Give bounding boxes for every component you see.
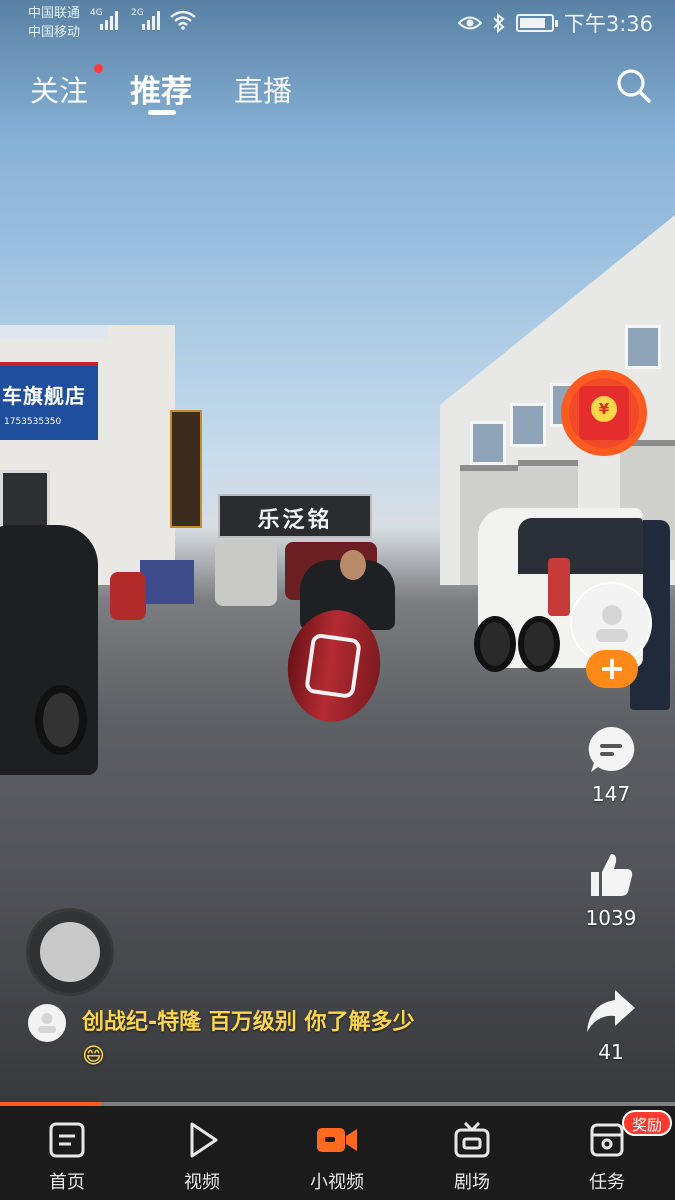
background-van <box>215 540 277 606</box>
tab-recommended[interactable]: 推荐 <box>130 66 192 111</box>
task-icon <box>590 1123 624 1157</box>
home-icon <box>49 1122 85 1158</box>
bottom-nav: 首页 视频 小视频 剧场 任务 <box>0 1106 675 1200</box>
top-tab-bar: 关注 推荐 直播 <box>0 62 675 122</box>
carrier-1: 中国联通 <box>28 6 81 21</box>
scooter <box>110 572 146 620</box>
store-sign: 乐泛铭 <box>218 494 372 538</box>
parked-car <box>0 525 98 775</box>
nav-home[interactable]: 首页 <box>22 1120 112 1194</box>
caption-text: 创战纪-特隆 百万级别 你了解多少 <box>82 1010 415 1035</box>
nav-theater-label: 剧场 <box>454 1172 490 1193</box>
comment-icon <box>588 726 635 772</box>
tab-following[interactable]: 关注 <box>30 68 88 110</box>
new-content-dot <box>94 64 103 73</box>
vertical-sign <box>170 410 202 528</box>
nav-home-label: 首页 <box>49 1172 85 1193</box>
rider-head <box>340 550 366 580</box>
nav-short-video[interactable]: 小视频 <box>292 1120 382 1194</box>
bluetooth-icon <box>493 13 505 33</box>
red-packet-button[interactable]: ¥ <box>561 370 647 456</box>
active-tab-indicator <box>148 110 176 115</box>
nav-theater[interactable]: 剧场 <box>427 1120 517 1194</box>
share-count: 41 <box>598 1040 624 1064</box>
share-arrow-icon <box>587 990 635 1032</box>
reward-badge: 奖励 <box>622 1110 673 1136</box>
coin-icon: ¥ <box>591 396 617 422</box>
tricycle <box>140 560 194 604</box>
follow-button[interactable]: + <box>586 650 638 688</box>
status-bar: 中国联通 中国移动 4G 2G 下午3:36 <box>0 0 675 46</box>
nav-video-label: 视频 <box>184 1172 220 1193</box>
default-avatar-icon <box>596 605 628 642</box>
comment-count: 147 <box>591 782 631 806</box>
tv-icon <box>454 1121 490 1158</box>
comment-button[interactable]: 147 <box>570 724 652 806</box>
caption-emoji: 😄 <box>82 1044 105 1069</box>
eye-icon <box>457 16 482 30</box>
signal-2-icon <box>142 10 160 30</box>
battery-icon <box>515 14 558 32</box>
signal-1-icon <box>100 10 118 30</box>
default-avatar-icon <box>38 1013 56 1033</box>
share-button[interactable]: 41 <box>570 988 652 1064</box>
nav-short-video-label: 小视频 <box>310 1172 364 1193</box>
like-count: 1039 <box>585 906 637 930</box>
camera-icon <box>317 1128 357 1152</box>
tab-live[interactable]: 直播 <box>234 68 292 110</box>
search-icon[interactable] <box>614 66 654 106</box>
nav-video[interactable]: 视频 <box>157 1120 247 1194</box>
play-icon <box>190 1122 218 1158</box>
nav-tasks-label: 任务 <box>589 1172 625 1193</box>
thumbs-up-icon <box>591 854 633 896</box>
left-store-sign: 车旗舰店 1753535350 <box>0 362 98 440</box>
carrier-2: 中国移动 <box>28 25 81 40</box>
wifi-icon <box>170 10 196 30</box>
clock: 下午3:36 <box>563 12 653 36</box>
carrier-labels: 中国联通 中国移动 <box>28 4 80 42</box>
video-caption: 创战纪-特隆 百万级别 你了解多少 😄 <box>82 1006 502 1074</box>
like-button[interactable]: 1039 <box>570 850 652 930</box>
caption-author-avatar[interactable] <box>28 1004 66 1042</box>
record-button[interactable] <box>26 908 114 996</box>
